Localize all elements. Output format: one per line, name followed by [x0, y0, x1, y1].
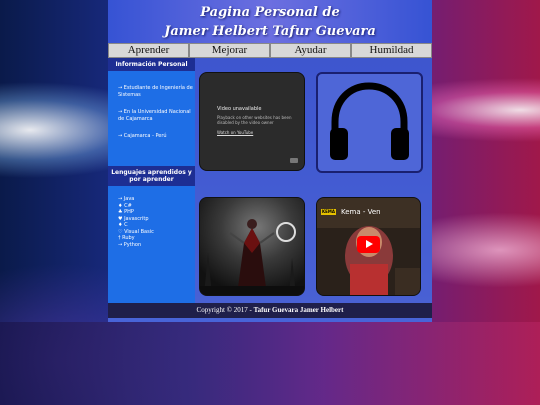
content-grid: Video unavailable Playback on other webs… [195, 58, 432, 303]
video-unavailable-title: Video unavailable [217, 106, 262, 112]
languages-list: → Java ♦ C# ♣ PHP ♥ Javascritp ♦ C ♡ Vis… [108, 196, 195, 248]
info-section-title: Información Personal [108, 58, 195, 71]
nav-tab-humildad[interactable]: Humildad [351, 43, 432, 58]
gothic-art-image [199, 197, 305, 296]
nav-tab-ayudar[interactable]: Ayudar [270, 43, 351, 58]
page-container: Pagina Personal de Jamer Helbert Tafur G… [108, 0, 432, 322]
header-title-line1: Pagina Personal de [200, 5, 340, 20]
info-list: → Estudiante de Ingeniería de Sistemas →… [108, 85, 195, 140]
page-footer: Copyright © 2017 - Tafur Guevara Jamer H… [108, 303, 432, 318]
headphones-image [316, 72, 423, 173]
language-item: → Python [118, 241, 142, 248]
embedded-video-unavailable[interactable]: Video unavailable Playback on other webs… [199, 72, 305, 171]
youtube-logo-icon [290, 158, 298, 163]
info-item: → Cajamarca - Perú [118, 133, 167, 139]
info-item: → En la Universidad Nacional de Cajamarc… [118, 109, 191, 122]
sidebar: Información Personal → Estudiante de Ing… [108, 58, 195, 303]
channel-badge: KEMA [321, 209, 336, 215]
nav-tab-aprender[interactable]: Aprender [108, 43, 189, 58]
page-header: Pagina Personal de Jamer Helbert Tafur G… [108, 0, 432, 43]
copyright-text: Copyright © 2017 - [196, 306, 254, 314]
footer-author: Tafur Guevara Jamer Helbert [253, 306, 344, 314]
main-nav: Aprender Mejorar Ayudar Humildad [108, 43, 432, 58]
youtube-video-thumbnail[interactable]: KEMA Kema - Ven [316, 197, 421, 296]
nav-tab-mejorar[interactable]: Mejorar [189, 43, 270, 58]
info-item: → Estudiante de Ingeniería de Sistemas [118, 85, 193, 98]
youtube-video-title: Kema - Ven [341, 208, 381, 216]
play-button-icon[interactable] [357, 236, 380, 253]
header-title-line2: Jamer Helbert Tafur Guevara [164, 24, 376, 39]
headphones-icon [330, 82, 409, 160]
background-band [0, 322, 540, 405]
video-unavailable-message: Playback on other websites has been disa… [217, 115, 292, 125]
languages-section-title: Lenguajes aprendidos y por aprender [108, 166, 195, 186]
watch-on-youtube-link[interactable]: Watch on YouTube [217, 130, 253, 135]
